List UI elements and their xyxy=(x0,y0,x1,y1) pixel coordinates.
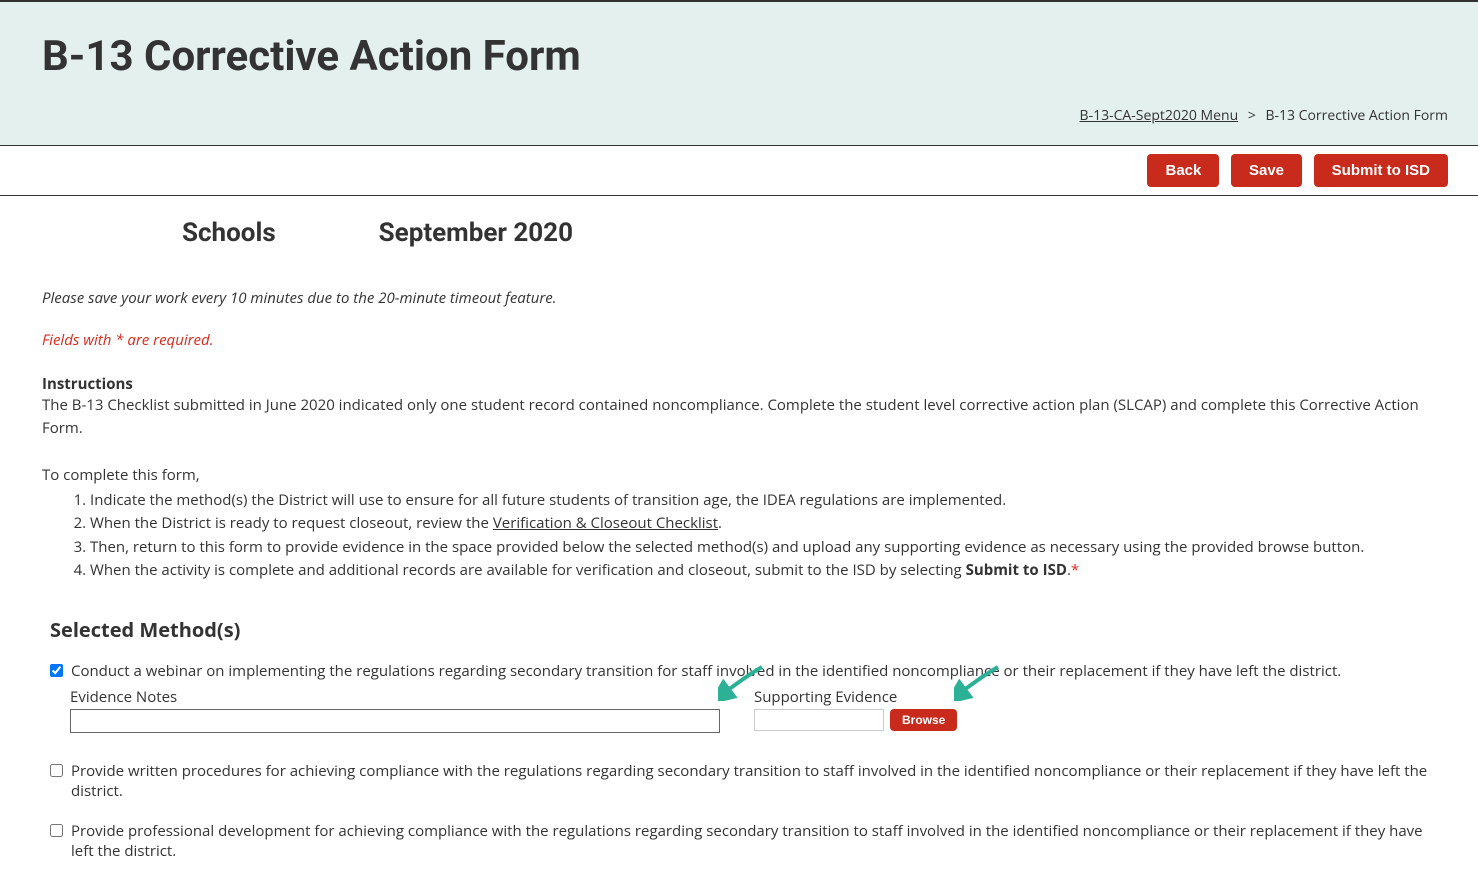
instructions-body: The B-13 Checklist submitted in June 202… xyxy=(42,394,1436,582)
method-1-checkbox[interactable] xyxy=(50,664,63,677)
method-row-1: Conduct a webinar on implementing the re… xyxy=(42,661,1436,681)
breadcrumb: B-13-CA-Sept2020 Menu > B-13 Corrective … xyxy=(42,106,1448,125)
browse-button[interactable]: Browse xyxy=(890,709,957,731)
back-button[interactable]: Back xyxy=(1147,154,1219,187)
submit-to-isd-button[interactable]: Submit to ISD xyxy=(1314,154,1448,187)
required-asterisk: * xyxy=(1071,560,1079,580)
evidence-notes-column: Evidence Notes xyxy=(70,687,720,733)
page-header: B-13 Corrective Action Form B-13-CA-Sept… xyxy=(0,0,1478,146)
method-row-2: Provide written procedures for achieving… xyxy=(42,761,1436,801)
save-button[interactable]: Save xyxy=(1231,154,1302,187)
page-title: B-13 Corrective Action Form xyxy=(42,32,1448,81)
subheader-schools: Schools xyxy=(182,218,276,248)
subheader: Schools September 2020 xyxy=(182,218,1436,248)
method-3-checkbox[interactable] xyxy=(50,824,63,837)
instructions-lead: To complete this form, xyxy=(42,464,1436,487)
supporting-evidence-input[interactable] xyxy=(754,709,884,731)
method-1-evidence: Evidence Notes Supporting Evidence Brows… xyxy=(70,687,1436,733)
evidence-notes-label: Evidence Notes xyxy=(70,687,720,707)
instructions-heading: Instructions xyxy=(42,374,1436,394)
selected-methods-heading: Selected Method(s) xyxy=(50,616,1436,643)
evidence-notes-input[interactable] xyxy=(70,709,720,733)
content-area: Schools September 2020 Please save your … xyxy=(0,196,1478,891)
supporting-evidence-label: Supporting Evidence xyxy=(754,687,957,707)
breadcrumb-separator: > xyxy=(1248,106,1256,125)
save-notice: Please save your work every 10 minutes d… xyxy=(42,288,1436,308)
method-2-label: Provide written procedures for achieving… xyxy=(71,761,1436,801)
method-row-3: Provide professional development for ach… xyxy=(42,821,1436,861)
action-bar: Back Save Submit to ISD xyxy=(0,146,1478,196)
supporting-evidence-column: Supporting Evidence Browse xyxy=(754,687,957,731)
instruction-step-3: Then, return to this form to provide evi… xyxy=(90,536,1436,559)
subheader-period: September 2020 xyxy=(379,218,573,248)
required-notice: Fields with * are required. xyxy=(42,330,1436,350)
method-3-label: Provide professional development for ach… xyxy=(71,821,1436,861)
method-1-label: Conduct a webinar on implementing the re… xyxy=(71,661,1436,681)
method-2-checkbox[interactable] xyxy=(50,764,63,777)
verification-closeout-link[interactable]: Verification & Closeout Checklist xyxy=(493,513,718,533)
instruction-step-4: When the activity is complete and additi… xyxy=(90,559,1436,582)
instructions-intro: The B-13 Checklist submitted in June 202… xyxy=(42,394,1436,441)
instruction-step-2: When the District is ready to request cl… xyxy=(90,512,1436,535)
instruction-step-1: Indicate the method(s) the District will… xyxy=(90,489,1436,512)
breadcrumb-link[interactable]: B-13-CA-Sept2020 Menu xyxy=(1080,106,1239,125)
breadcrumb-current: B-13 Corrective Action Form xyxy=(1265,106,1448,125)
